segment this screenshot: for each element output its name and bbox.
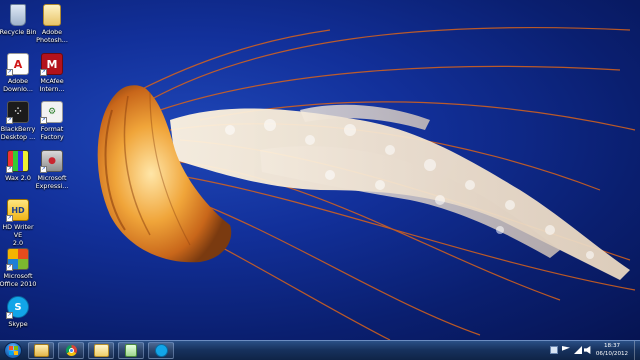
desktop-icon-hd-writer[interactable]: HD ↗ HD Writer VE 2.0	[0, 199, 38, 247]
desktop-icon-mcafee[interactable]: M ↗ McAfee Intern...	[32, 53, 72, 93]
taskbar-clock[interactable]: 18:37 06/10/2012	[590, 342, 634, 358]
adobe-photoshop-folder-icon	[43, 4, 61, 26]
flag-icon[interactable]	[562, 346, 570, 351]
network-icon[interactable]	[574, 346, 582, 354]
desktop-icon-microsoft-office[interactable]: ↗ Microsoft Office 2010	[0, 248, 38, 288]
chrome-icon	[65, 345, 77, 356]
desktop-icon-adobe-photoshop[interactable]: Adobe Photosh...	[32, 4, 72, 44]
folder-icon	[93, 344, 109, 357]
taskbar-folder-button[interactable]	[88, 342, 114, 359]
wax-icon: ↗	[6, 150, 29, 173]
jellyfish-wallpaper	[97, 26, 636, 340]
blackberry-icon: ⁘ ↗	[6, 101, 29, 124]
clock-time: 18:37	[603, 343, 621, 349]
desktop-icon-format-factory[interactable]: ⚙ ↗ Format Factory	[32, 101, 72, 141]
windows-logo-icon	[9, 346, 18, 355]
show-desktop-button[interactable]	[634, 341, 640, 360]
file-icon	[125, 344, 137, 357]
action-center-icon[interactable]	[550, 346, 558, 354]
adobe-download-icon: A ↗	[6, 53, 29, 76]
windows-explorer-icon	[33, 344, 49, 357]
desktop-icon-microsoft-expression[interactable]: ● ↗ Microsoft Expressi...	[32, 150, 72, 190]
desktop-icon-skype[interactable]: S ↗ Skype	[0, 296, 38, 328]
taskbar-chrome-button[interactable]	[58, 342, 84, 359]
start-button[interactable]	[4, 342, 22, 359]
skype-icon	[154, 344, 168, 357]
format-factory-icon: ⚙ ↗	[40, 101, 63, 124]
taskbar-file-button[interactable]	[118, 342, 144, 359]
taskbar: 18:37 06/10/2012	[0, 340, 640, 360]
microsoft-expression-icon: ● ↗	[40, 150, 63, 173]
skype-icon: S ↗	[6, 296, 29, 319]
taskbar-skype-button[interactable]	[148, 342, 174, 359]
recycle-bin-icon	[10, 4, 26, 26]
desktop[interactable]: Recycle Bin Adobe Photosh... A ↗ Adobe D…	[0, 0, 640, 340]
hd-writer-icon: HD ↗	[6, 199, 29, 222]
clock-date: 06/10/2012	[595, 351, 629, 357]
mcafee-icon: M ↗	[40, 53, 63, 76]
taskbar-windows-explorer-button[interactable]	[28, 342, 54, 359]
microsoft-office-icon: ↗	[6, 248, 29, 271]
